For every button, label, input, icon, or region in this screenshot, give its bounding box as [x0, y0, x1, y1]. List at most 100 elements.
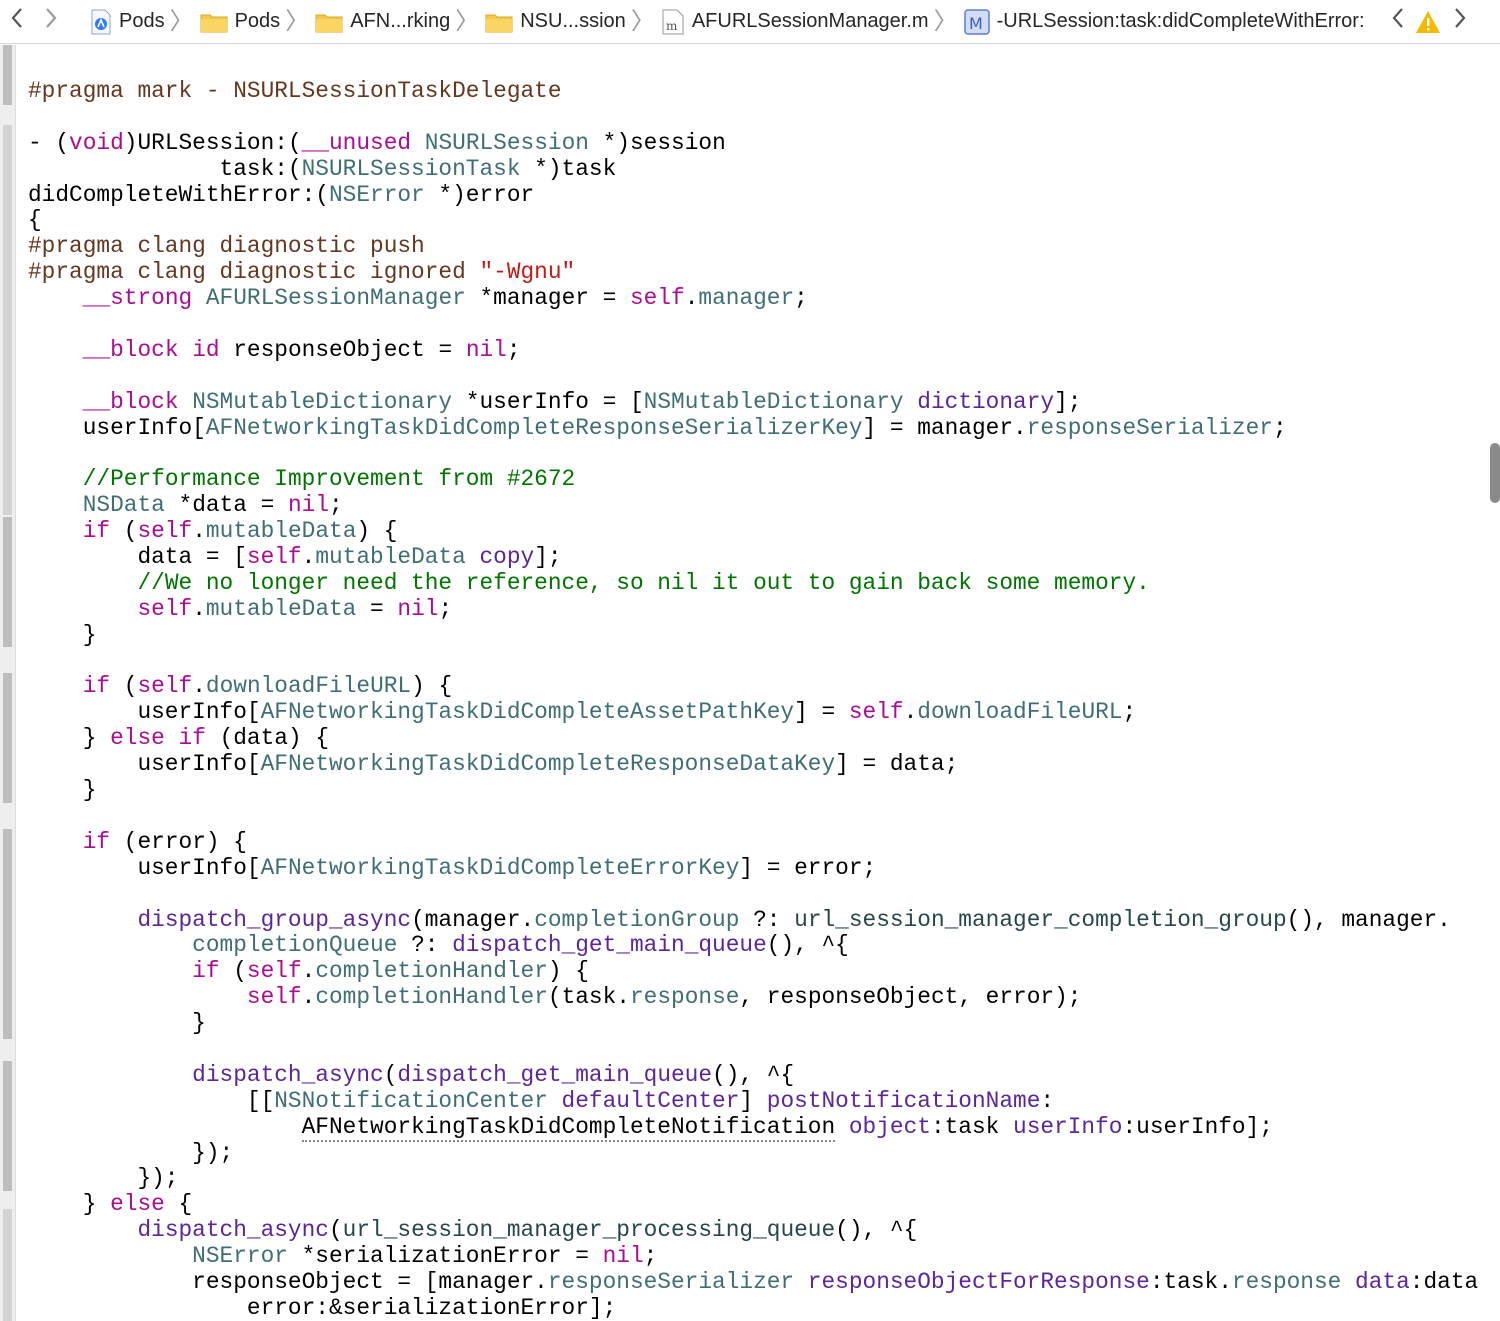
vertical-scrollbar[interactable]	[1490, 443, 1500, 503]
code-token: }	[28, 1010, 206, 1037]
code-token: (	[383, 1061, 398, 1088]
code-token: *)error	[424, 181, 535, 208]
code-token: if	[82, 673, 111, 700]
code-token: userInfo	[1013, 1113, 1123, 1140]
code-token: error:&serializationError];	[28, 1294, 617, 1321]
source-editor[interactable]: #pragma mark - NSURLSessionTaskDelegate …	[0, 45, 1500, 1321]
code-token: url_session_manager_completion_group	[794, 906, 1287, 933]
breadcrumb-group-pods[interactable]: Pods	[200, 10, 280, 33]
code-token: (data) {	[205, 725, 330, 752]
breadcrumb-group-afnetworking[interactable]: AFN...rking	[315, 10, 450, 33]
breadcrumb-project[interactable]: Pods	[90, 9, 165, 35]
breadcrumb-separator: 〉	[933, 7, 958, 35]
code-token: ) {	[356, 518, 398, 545]
code-token: *)task	[520, 155, 617, 182]
code-token: )URLSession:(	[123, 129, 302, 156]
breadcrumb-label: AFURLSessionManager.m	[691, 10, 929, 32]
warning-icon[interactable]	[1415, 10, 1441, 34]
breadcrumb-group-nsurlsession[interactable]: NSU...ssion	[485, 10, 626, 33]
code-token: nil	[397, 595, 439, 622]
code-line: task:(NSURLSessionTask *)task	[28, 155, 1478, 183]
code-line: dispatch_async(url_session_manager_proce…	[28, 1217, 1478, 1244]
code-token: NSMutableDictionary	[643, 388, 904, 415]
code-token: .	[192, 518, 206, 545]
code-token: (manager.	[411, 906, 535, 933]
code-token: mutableData	[205, 518, 357, 545]
chevron-right-icon	[46, 7, 57, 28]
code-token: if	[178, 725, 206, 752]
code-line: if (self.downloadFileURL) {	[28, 674, 1478, 700]
code-line: if (self.mutableData) {	[28, 518, 1478, 545]
code-token: *manager =	[465, 285, 630, 312]
code-line: });	[28, 1140, 1478, 1167]
code-token: //We no longer need the reference, so ni…	[137, 569, 1150, 596]
code-token: ;	[1122, 699, 1137, 726]
code-token: nil	[602, 1243, 644, 1270]
code-token: (), manager.	[1286, 906, 1451, 933]
code-token: ;	[329, 492, 343, 519]
code-token: }	[28, 725, 111, 752]
code-token: manager	[698, 285, 795, 312]
code-token: AFNetworkingTaskDidCompleteResponseSeria…	[205, 414, 863, 441]
code-line: }	[28, 1010, 1478, 1037]
breadcrumb-separator: 〉	[285, 7, 310, 35]
code-line: if (self.completionHandler) {	[28, 958, 1478, 985]
code-token: dispatch_group_async	[137, 906, 412, 933]
code-line: dispatch_async(dispatch_get_main_queue()…	[28, 1061, 1478, 1089]
code-token: AFNetworkingTaskDidCompleteNotification	[301, 1113, 836, 1142]
breadcrumb-method[interactable]: M -URLSession:task:didCompleteWithError:	[963, 8, 1365, 35]
code-area[interactable]: #pragma mark - NSURLSessionTaskDelegate …	[28, 78, 1478, 1321]
code-token: completionHandler	[315, 958, 548, 985]
jump-bar: Pods 〉 Pods 〉 AFN...rking 〉 NSU...ssion …	[0, 0, 1500, 44]
code-token: (	[328, 1217, 343, 1244]
next-issue-button[interactable]	[1447, 0, 1473, 44]
code-line: }	[28, 622, 1478, 649]
change-bar	[3, 517, 12, 647]
code-token: *userInfo = [	[452, 388, 644, 415]
code-token: self	[137, 518, 193, 545]
code-line: data = [self.mutableData copy];	[28, 544, 1478, 571]
code-token: //Performance Improvement from #2672	[82, 466, 576, 493]
code-token: NSURLSession	[424, 129, 589, 156]
code-line: AFNetworkingTaskDidCompleteNotification …	[28, 1113, 1478, 1142]
breadcrumb-file[interactable]: m AFURLSessionManager.m	[661, 9, 929, 35]
code-token: ] = manager.	[862, 414, 1027, 441]
code-token: copy	[479, 544, 535, 571]
code-line: self.completionHandler(task.response, re…	[28, 984, 1478, 1011]
code-token: NSData	[82, 492, 165, 519]
code-line: });	[28, 1165, 1478, 1192]
code-token: completionQueue	[192, 932, 398, 959]
previous-issue-button[interactable]	[1385, 0, 1411, 44]
code-token: nil	[465, 336, 507, 363]
code-token: if	[82, 828, 111, 855]
forward-button[interactable]	[34, 0, 68, 44]
code-token: ;	[643, 1243, 658, 1270]
code-line: //We no longer need the reference, so ni…	[28, 569, 1478, 597]
code-token: - (	[28, 129, 70, 156]
code-line: } else if (data) {	[28, 725, 1478, 752]
code-line: didCompleteWithError:(NSError *)error	[28, 181, 1478, 209]
code-line: completionQueue ?: dispatch_get_main_que…	[28, 932, 1478, 959]
code-line: {	[28, 208, 1478, 234]
code-token: completionGroup	[534, 906, 740, 933]
code-token: dispatch_async	[192, 1061, 384, 1088]
code-token: void	[69, 129, 124, 156]
code-token: [[	[28, 1087, 275, 1114]
code-token: downloadFileURL	[205, 673, 412, 700]
back-button[interactable]	[0, 0, 34, 44]
code-token: "-Wgnu"	[479, 259, 576, 286]
code-token: object	[848, 1113, 931, 1140]
code-token: ;	[438, 595, 453, 622]
